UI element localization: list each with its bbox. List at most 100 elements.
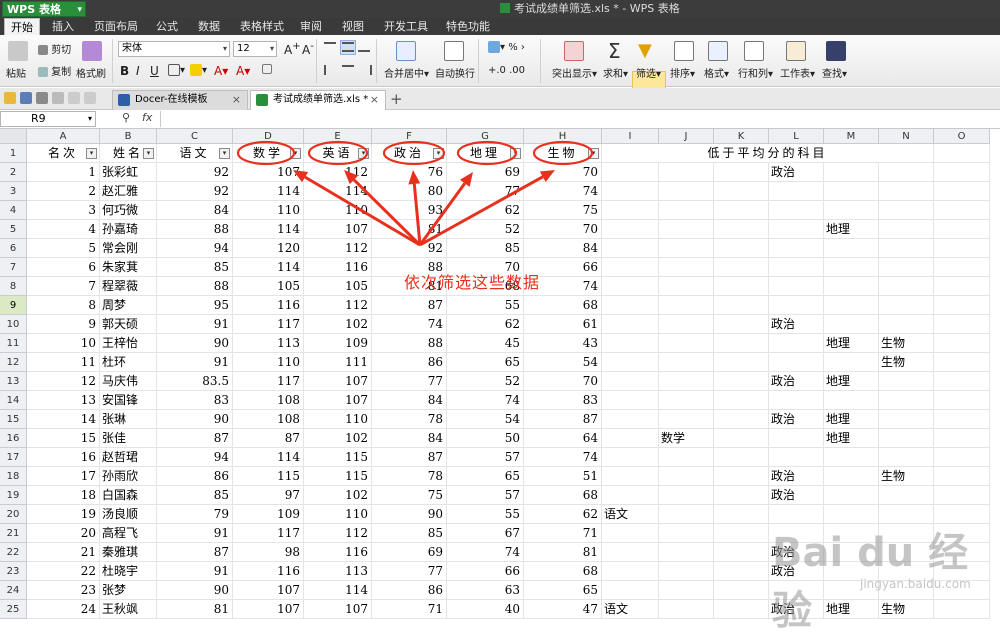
cell[interactable]: 107 xyxy=(304,391,372,410)
clear-format-button[interactable]: A▾ xyxy=(236,64,250,78)
zoom-icon[interactable]: ⚲ xyxy=(122,111,130,124)
column-header-K[interactable]: K xyxy=(714,129,769,144)
cell[interactable]: 107 xyxy=(233,581,304,600)
cell[interactable]: 张佳 xyxy=(100,429,157,448)
cell[interactable]: 74 xyxy=(447,391,524,410)
menu-features[interactable]: 特色功能 xyxy=(440,18,496,35)
cell[interactable]: 孙雨欣 xyxy=(100,467,157,486)
cell[interactable]: 71 xyxy=(372,600,447,619)
format-icon[interactable] xyxy=(708,41,728,61)
row-col-button[interactable]: 行和列▾ xyxy=(738,65,773,80)
cell[interactable] xyxy=(769,201,824,220)
cell[interactable]: 115 xyxy=(304,467,372,486)
cell[interactable]: 90 xyxy=(372,505,447,524)
cell[interactable] xyxy=(714,353,769,372)
bold-button[interactable]: B xyxy=(120,64,129,78)
cell[interactable] xyxy=(602,296,659,315)
cell[interactable] xyxy=(879,391,934,410)
cell[interactable]: 2 xyxy=(27,182,100,201)
cell[interactable]: 116 xyxy=(233,562,304,581)
cell[interactable]: 84 xyxy=(524,239,602,258)
cell[interactable] xyxy=(714,543,769,562)
row-col-icon[interactable] xyxy=(744,41,764,61)
cell[interactable]: 62 xyxy=(524,505,602,524)
cell[interactable] xyxy=(934,353,990,372)
save-icon[interactable] xyxy=(20,92,32,104)
cell[interactable] xyxy=(824,448,879,467)
column-header-D[interactable]: D xyxy=(233,129,304,144)
cell[interactable]: 102 xyxy=(304,315,372,334)
cell[interactable] xyxy=(934,144,990,163)
cell[interactable]: 107 xyxy=(304,372,372,391)
cell[interactable]: 93 xyxy=(372,201,447,220)
cell[interactable]: 75 xyxy=(372,486,447,505)
cell[interactable]: 87 xyxy=(233,429,304,448)
cell[interactable] xyxy=(602,239,659,258)
cell[interactable] xyxy=(714,600,769,619)
cell[interactable]: 王梓怡 xyxy=(100,334,157,353)
cell[interactable]: 102 xyxy=(304,429,372,448)
cell[interactable]: 70 xyxy=(524,220,602,239)
filter-dropdown-button[interactable]: ▾ xyxy=(86,148,97,159)
cell[interactable] xyxy=(659,448,714,467)
wrap-text-button[interactable]: 自动换行 xyxy=(435,65,475,80)
open-icon[interactable] xyxy=(4,92,16,104)
menu-review[interactable]: 审阅 xyxy=(294,18,328,35)
sum-button[interactable]: 求和▾ xyxy=(603,65,628,80)
cell[interactable] xyxy=(659,505,714,524)
wrap-icon[interactable] xyxy=(444,41,464,61)
cell[interactable] xyxy=(769,429,824,448)
highlight-button[interactable]: 突出显示▾ xyxy=(552,65,597,80)
cell[interactable]: 地理 xyxy=(824,429,879,448)
cell[interactable]: 102 xyxy=(304,486,372,505)
column-header-E[interactable]: E xyxy=(304,129,372,144)
cell[interactable]: 马庆伟 xyxy=(100,372,157,391)
cell[interactable]: 91 xyxy=(157,524,233,543)
cell[interactable] xyxy=(659,315,714,334)
cell[interactable]: 110 xyxy=(304,201,372,220)
cell[interactable]: 84 xyxy=(157,201,233,220)
cell[interactable] xyxy=(879,296,934,315)
cell[interactable]: 69 xyxy=(372,543,447,562)
cell[interactable]: 白国森 xyxy=(100,486,157,505)
cell[interactable]: 85 xyxy=(372,524,447,543)
cell[interactable] xyxy=(769,182,824,201)
cell[interactable] xyxy=(659,182,714,201)
redo-icon[interactable] xyxy=(84,92,96,104)
filter-icon[interactable]: ▼ xyxy=(638,40,652,61)
menu-data[interactable]: 数据 xyxy=(192,18,226,35)
cell[interactable] xyxy=(602,448,659,467)
cell[interactable]: 83 xyxy=(157,391,233,410)
cell[interactable]: 57 xyxy=(447,448,524,467)
cell[interactable]: 5 xyxy=(27,239,100,258)
cell[interactable]: 77 xyxy=(372,372,447,391)
cell[interactable]: 17 xyxy=(27,467,100,486)
cell[interactable]: 常会刚 xyxy=(100,239,157,258)
cell[interactable]: 8 xyxy=(27,296,100,315)
cell[interactable]: 62 xyxy=(447,315,524,334)
cell[interactable]: 107 xyxy=(233,163,304,182)
column-header-G[interactable]: G xyxy=(447,129,524,144)
cell[interactable]: 117 xyxy=(233,524,304,543)
cell[interactable] xyxy=(934,201,990,220)
cell[interactable] xyxy=(824,296,879,315)
cell[interactable] xyxy=(602,581,659,600)
cell[interactable] xyxy=(934,239,990,258)
cell[interactable]: 114 xyxy=(304,182,372,201)
cell[interactable] xyxy=(714,391,769,410)
cell[interactable]: 105 xyxy=(304,277,372,296)
cell[interactable]: 87 xyxy=(372,296,447,315)
cell[interactable]: 115 xyxy=(304,448,372,467)
cell[interactable] xyxy=(602,201,659,220)
cell[interactable] xyxy=(659,524,714,543)
cell[interactable]: 张彩虹 xyxy=(100,163,157,182)
cell[interactable]: 114 xyxy=(233,220,304,239)
cell[interactable] xyxy=(659,277,714,296)
filter-dropdown-button[interactable]: ▾ xyxy=(510,148,521,159)
cell[interactable]: 112 xyxy=(304,296,372,315)
select-all-corner[interactable] xyxy=(0,129,27,144)
cell[interactable]: 117 xyxy=(233,315,304,334)
cell[interactable]: 政治 xyxy=(769,410,824,429)
cell[interactable] xyxy=(714,315,769,334)
cell[interactable]: 52 xyxy=(447,372,524,391)
